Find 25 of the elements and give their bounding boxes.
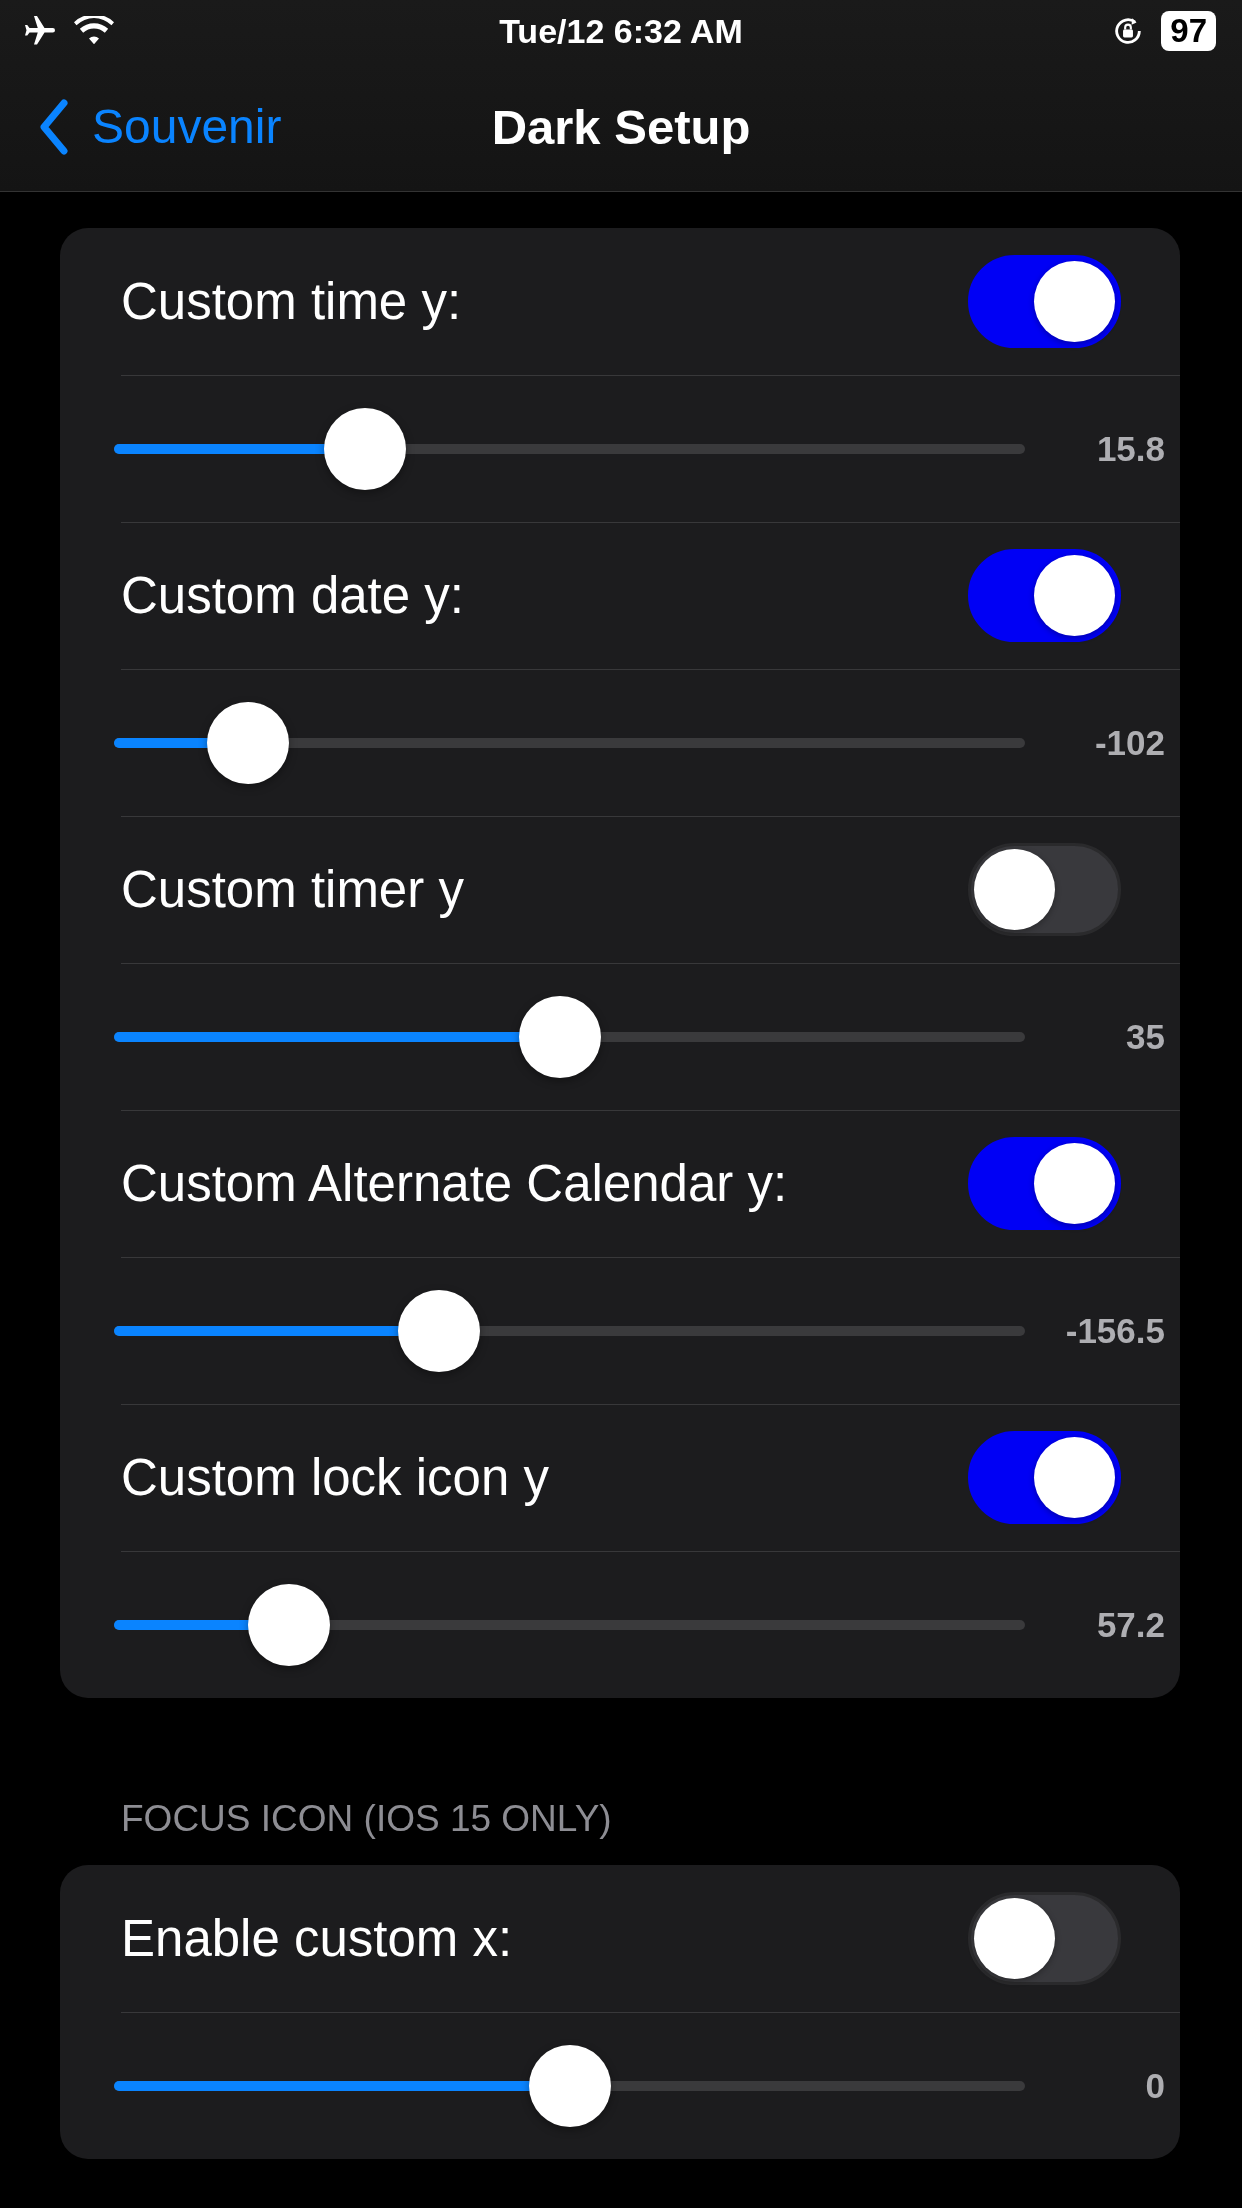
slider[interactable] [114, 1583, 1025, 1666]
slider[interactable] [114, 407, 1025, 490]
slider[interactable] [114, 701, 1025, 784]
slider-value: 35 [1125, 1016, 1165, 1057]
setting-label: Enable custom x: [121, 1909, 514, 1968]
slider[interactable] [114, 995, 1025, 1078]
slider[interactable] [114, 1289, 1025, 1372]
battery-indicator: 97 [1161, 11, 1216, 51]
wifi-icon [74, 16, 114, 46]
page-title: Dark Setup [491, 98, 751, 155]
setting-label: Custom date y: [121, 566, 465, 625]
section-header: FOCUS ICON (IOS 15 ONLY) [120, 1797, 613, 1841]
slider-value: 15.8 [1095, 428, 1165, 469]
slider-value: -102 [1093, 722, 1165, 763]
slider[interactable] [114, 2044, 1025, 2127]
slider-value: 0 [1144, 2065, 1165, 2106]
slider-value: 57.2 [1095, 1604, 1165, 1645]
setting-label: Custom lock icon y [121, 1448, 550, 1507]
setting-label: Custom time y: [121, 272, 463, 331]
setting-label: Custom timer y [121, 860, 465, 919]
slider-value: -156.5 [1064, 1310, 1165, 1351]
setting-label: Custom Alternate Calendar y: [121, 1154, 789, 1213]
chevron-icon [38, 98, 70, 155]
back-button[interactable]: Souvenir [0, 98, 282, 155]
status-time: Tue/12 6:32 AM [499, 11, 743, 51]
